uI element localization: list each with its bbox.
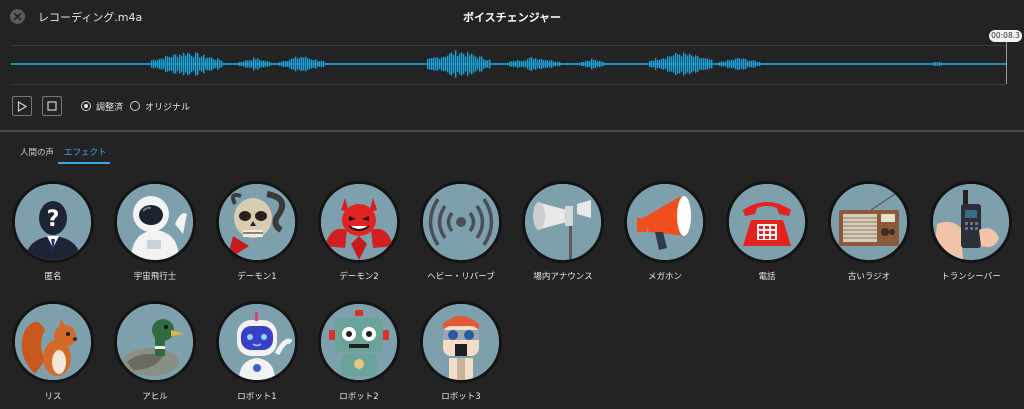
original-radio-label: オリジナル xyxy=(145,103,191,113)
anonymous-icon: ? xyxy=(15,184,91,260)
stop-icon xyxy=(47,101,57,111)
skull-icon xyxy=(219,184,295,260)
loudspeaker-icon xyxy=(525,184,601,260)
effect-label: アヒル xyxy=(142,392,168,402)
effect-label: トランシーバー xyxy=(941,272,1001,282)
effect-label: メガホン xyxy=(647,272,682,282)
walkie-talkie-icon xyxy=(933,184,1009,260)
svg-text:?: ? xyxy=(47,207,60,232)
effect-label: 古いラジオ xyxy=(847,272,891,282)
effect-label: ロボット3 xyxy=(441,392,481,402)
window-title: ボイスチェンジャー xyxy=(462,11,562,24)
waveform xyxy=(11,50,1006,78)
radio-icon xyxy=(831,184,907,260)
effect-label: 場内アナウンス xyxy=(533,272,593,282)
reverb-waves-icon xyxy=(423,184,499,260)
tab-human-voice[interactable]: 人間の声 xyxy=(20,146,54,158)
effect-label: リス xyxy=(44,392,62,402)
playhead[interactable] xyxy=(1006,38,1007,84)
adjusted-radio[interactable] xyxy=(81,101,91,111)
tab-effects[interactable]: エフェクト xyxy=(64,146,107,158)
robot3-icon xyxy=(423,304,499,380)
time-display: 00:08.3 xyxy=(989,30,1022,42)
effect-label: デーモン1 xyxy=(237,272,277,282)
active-tab-indicator xyxy=(58,162,110,164)
original-radio[interactable] xyxy=(130,101,140,111)
duck-icon xyxy=(117,304,193,380)
effect-label: 匿名 xyxy=(44,272,62,282)
stop-button[interactable] xyxy=(42,96,62,116)
robot1-icon xyxy=(219,304,295,380)
megaphone-icon xyxy=(627,184,703,260)
effect-label: デーモン2 xyxy=(339,272,379,282)
effect-label: ヘビー・リバーブ xyxy=(427,272,495,282)
squirrel-icon xyxy=(15,304,91,380)
effect-label: 宇宙飛行士 xyxy=(133,272,177,282)
red-devil-icon xyxy=(321,184,397,260)
robot2-icon xyxy=(321,304,397,380)
effect-label: ロボット1 xyxy=(237,392,277,402)
play-icon xyxy=(17,100,27,112)
effect-label: ロボット2 xyxy=(339,392,379,402)
adjusted-radio-label: 調整済 xyxy=(96,103,124,113)
effect-label: 電話 xyxy=(758,272,776,282)
play-button[interactable] xyxy=(12,96,32,116)
telephone-icon xyxy=(729,184,805,260)
divider xyxy=(0,130,1024,132)
astronaut-icon xyxy=(117,184,193,260)
